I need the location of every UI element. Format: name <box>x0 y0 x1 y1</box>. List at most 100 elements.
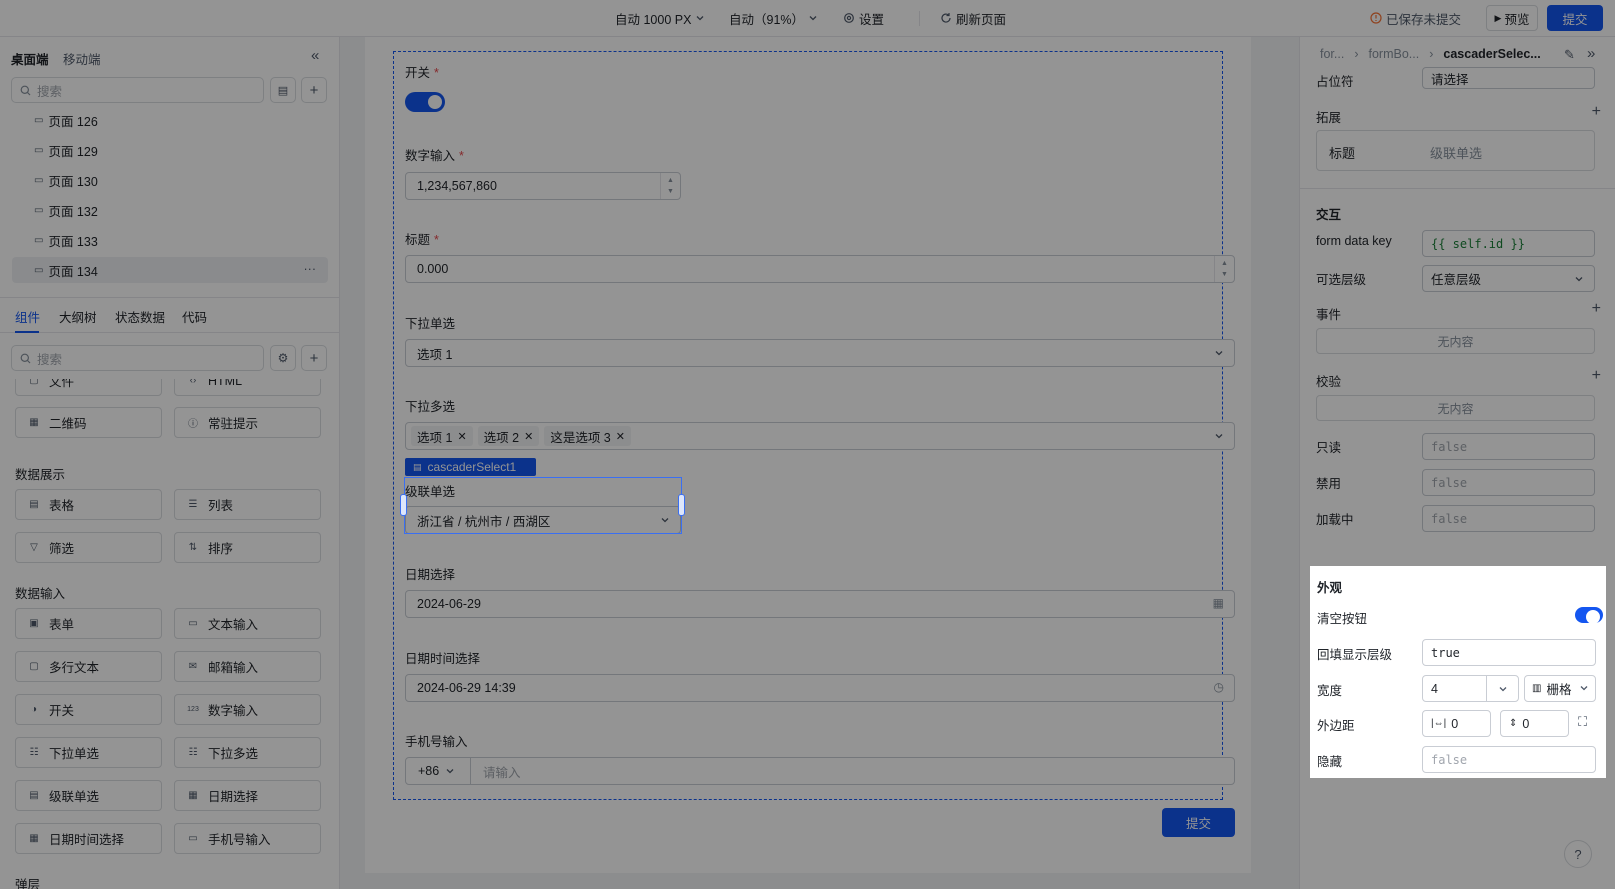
component-textarea[interactable]: ▢ 多行文本 <box>15 651 162 682</box>
page-template-button[interactable]: ▤ <box>270 77 296 103</box>
page-item[interactable]: ▭ 页面 129 <box>12 137 328 163</box>
submit-button[interactable]: 提交 <box>1547 5 1603 31</box>
component-label: 开关 <box>49 704 75 718</box>
expand-panel-icon[interactable]: » <box>1587 45 1595 62</box>
number-stepper[interactable]: ▲ ▼ <box>1214 256 1234 282</box>
margin-link-icon[interactable]: ⛶ <box>1578 714 1587 730</box>
form-icon: ▣ <box>29 618 39 629</box>
tab-desktop[interactable]: 桌面端 <box>11 49 49 68</box>
selected-component-chip[interactable]: ▤ cascaderSelect1 <box>405 458 536 476</box>
plus-icon[interactable]: + <box>1592 103 1601 121</box>
select-field-label: 下拉单选 <box>405 317 456 331</box>
component-cascader[interactable]: ▤ 级联单选 <box>15 780 162 811</box>
cascader-select[interactable]: 浙江省 / 杭州市 / 西湖区 <box>405 506 681 534</box>
width-dropdown[interactable] <box>1486 676 1518 701</box>
form-submit-button[interactable]: 提交 <box>1162 808 1235 837</box>
extension-row[interactable]: 标题 级联单选 <box>1316 130 1595 171</box>
component-html[interactable]: ‹› HTML <box>174 379 321 396</box>
page-item[interactable]: ▭ 页面 126 <box>12 107 328 133</box>
component-datetime-picker[interactable]: ▦ 日期时间选择 <box>15 823 162 854</box>
loading-input[interactable]: false <box>1422 505 1595 532</box>
switch-toggle[interactable] <box>405 92 445 112</box>
component-switch[interactable]: ◑ 开关 <box>15 694 162 725</box>
tab-code[interactable]: 代码 <box>182 299 207 333</box>
component-settings-button[interactable]: ⚙ <box>270 345 296 371</box>
chevron-down-icon <box>661 518 669 523</box>
level-select[interactable]: 任意层级 <box>1422 265 1595 292</box>
phone-country-code-select[interactable]: +86 <box>406 758 471 784</box>
component-qrcode[interactable]: ▦ 二维码 <box>15 407 162 438</box>
title-number-input[interactable]: 0.000 ▲ ▼ <box>405 255 1235 283</box>
page-item[interactable]: ▭ 页面 133 <box>12 227 328 253</box>
component-label: 邮箱输入 <box>208 661 259 675</box>
width-input[interactable]: 4 <box>1422 675 1519 702</box>
disabled-input[interactable]: false <box>1422 469 1595 496</box>
collapse-panel-icon[interactable]: « <box>311 47 319 64</box>
datetime-picker[interactable]: 2024-06-29 14:39 ◷ <box>405 674 1235 702</box>
page-item-selected[interactable]: ▭ 页面 134 ··· <box>12 257 328 283</box>
component-sort[interactable]: ⇅ 排序 <box>174 532 321 563</box>
component-select[interactable]: ☷ 下拉单选 <box>15 737 162 768</box>
cascader-icon: ▤ <box>29 790 39 801</box>
tab-mobile[interactable]: 移动端 <box>63 49 101 68</box>
clear-button-toggle[interactable] <box>1575 607 1603 624</box>
component-filter[interactable]: ▽ 筛选 <box>15 532 162 563</box>
add-event-icon[interactable]: + <box>1592 300 1601 318</box>
component-date-picker[interactable]: ▦ 日期选择 <box>174 780 321 811</box>
add-component-button[interactable]: + <box>301 345 327 371</box>
readonly-input[interactable]: false <box>1422 433 1595 460</box>
add-validate-icon[interactable]: + <box>1592 367 1601 385</box>
preview-button[interactable]: ▶ 预览 <box>1486 5 1538 31</box>
monitor-icon: ▭ <box>34 144 44 156</box>
component-text-input[interactable]: ▭ 文本输入 <box>174 608 321 639</box>
form-key-input[interactable]: {{ self.id }} <box>1422 230 1595 257</box>
placeholder-prop-input[interactable]: 请选择 <box>1422 67 1595 89</box>
component-email-input[interactable]: ✉ 邮箱输入 <box>174 651 321 682</box>
close-icon[interactable]: ✕ <box>457 430 466 443</box>
component-number-input[interactable]: 123 数字输入 <box>174 694 321 725</box>
component-file[interactable]: ▢ 文件 <box>15 379 162 396</box>
page-item[interactable]: ▭ 页面 130 <box>12 167 328 193</box>
component-list-item[interactable]: ☰ 列表 <box>174 489 321 520</box>
resize-handle-left[interactable] <box>400 494 407 516</box>
datetime-picker-value: 2024-06-29 14:39 <box>417 681 516 695</box>
page-item[interactable]: ▭ 页面 132 <box>12 197 328 223</box>
component-notice[interactable]: ⓘ 常驻提示 <box>174 407 321 438</box>
component-search-input[interactable]: 搜索 <box>11 345 264 371</box>
number-stepper[interactable]: ▲ ▼ <box>660 173 680 199</box>
tab-outline[interactable]: 大纲树 <box>59 299 97 333</box>
settings-button[interactable]: 设置 <box>843 0 884 36</box>
component-form[interactable]: ▣ 表单 <box>15 608 162 639</box>
width-unit-select[interactable]: ▥ 栅格 <box>1524 675 1596 702</box>
component-phone-input[interactable]: ▭ 手机号输入 <box>174 823 321 854</box>
multi-select[interactable]: 选项 1 ✕ 选项 2 ✕ 这是选项 3 ✕ <box>405 422 1235 450</box>
breadcrumb-item[interactable]: formBo... <box>1369 47 1420 61</box>
edit-icon[interactable]: ✎ <box>1564 47 1575 63</box>
component-label: 表单 <box>49 618 75 632</box>
zoom-dropdown[interactable]: 自动（91%） <box>729 0 818 36</box>
margin-horizontal-input[interactable]: |⇔| 0 <box>1422 710 1491 737</box>
more-icon[interactable]: ··· <box>304 262 317 276</box>
component-table[interactable]: ▤ 表格 <box>15 489 162 520</box>
phone-input[interactable]: +86 请输入 <box>405 757 1235 785</box>
help-button[interactable]: ? <box>1564 840 1592 868</box>
top-toolbar: 自动 1000 PX 自动（91%） 设置 刷新页面 已保存未提交 ▶ 预览 提… <box>0 0 1615 37</box>
resize-handle-right[interactable] <box>678 494 685 516</box>
single-select[interactable]: 选项 1 <box>405 339 1235 367</box>
number-input[interactable]: 1,234,567,860 ▲ ▼ <box>405 172 681 200</box>
tab-components[interactable]: 组件 <box>15 299 40 333</box>
close-icon[interactable]: ✕ <box>616 430 625 443</box>
hidden-input[interactable]: false <box>1422 746 1596 773</box>
page-search-input[interactable]: 搜索 <box>11 77 264 103</box>
date-picker[interactable]: 2024-06-29 ▦ <box>405 590 1235 618</box>
backfill-input[interactable]: true <box>1422 639 1596 666</box>
component-multi-select[interactable]: ☷ 下拉多选 <box>174 737 321 768</box>
breadcrumb-item[interactable]: for... <box>1320 47 1344 61</box>
refresh-page-button[interactable]: 刷新页面 <box>940 0 1006 36</box>
multi-select-field-label: 下拉多选 <box>405 400 456 414</box>
margin-vertical-input[interactable]: ⇕ 0 <box>1500 710 1569 737</box>
page-width-dropdown[interactable]: 自动 1000 PX <box>615 0 705 36</box>
close-icon[interactable]: ✕ <box>524 430 533 443</box>
add-page-button[interactable]: + <box>301 77 327 103</box>
tab-state-data[interactable]: 状态数据 <box>115 299 165 333</box>
